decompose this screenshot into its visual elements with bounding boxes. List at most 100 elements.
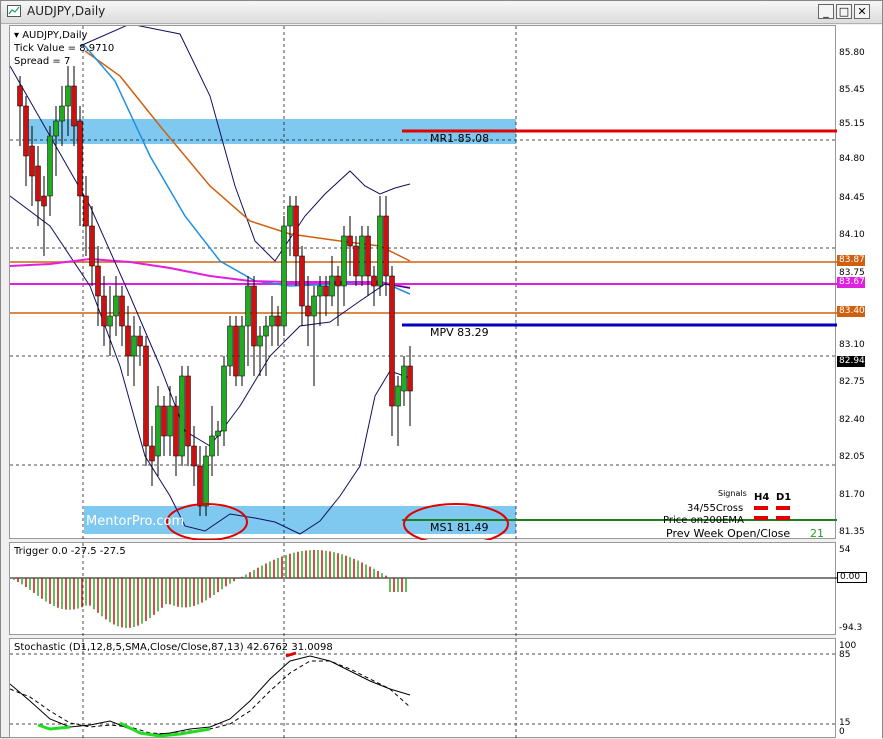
candle-body <box>173 405 179 457</box>
candle-body <box>335 275 341 287</box>
candle-body <box>305 305 311 317</box>
stoch-overbought-mark <box>285 651 297 658</box>
ms1-label: MS1 81.49 <box>430 521 489 534</box>
candle-body <box>131 335 137 357</box>
candle-body <box>59 105 65 122</box>
trigger-pane[interactable]: Trigger 0.0 -27.5 -27.5 <box>9 542 837 636</box>
candle-body <box>281 225 287 327</box>
trigger-label: Trigger 0.0 -27.5 -27.5 <box>14 546 126 557</box>
candle-body <box>263 325 269 337</box>
signal-h4-1 <box>754 506 768 510</box>
candle-body <box>389 275 395 407</box>
candle-body <box>113 295 119 317</box>
candle-body <box>107 315 113 327</box>
candle-body <box>125 325 131 357</box>
candle-body <box>245 285 251 327</box>
candle-body <box>77 120 83 197</box>
candle-body <box>233 325 239 377</box>
stoch-axis-85: 85 <box>839 650 851 660</box>
trigger-svg <box>10 543 837 636</box>
y-tick: 84.80 <box>839 154 865 164</box>
candle-body <box>53 120 59 137</box>
candle-body <box>221 365 227 432</box>
trigger-axis-bottom: -94.3 <box>839 623 863 633</box>
y-tick: 85.80 <box>839 48 865 58</box>
y-tick: 82.75 <box>839 377 865 387</box>
mr1-label: MR1 85.08 <box>430 132 490 145</box>
maximize-button[interactable]: □ <box>836 4 852 19</box>
stochastic-svg <box>10 639 837 739</box>
signal-d1-1 <box>776 506 790 510</box>
candle-body <box>323 285 329 297</box>
signal-d1-2 <box>776 516 790 520</box>
stoch-oversold-mark-2 <box>119 721 211 738</box>
signals-header: Signals <box>718 489 747 498</box>
candle-body <box>155 405 161 457</box>
stochastic-label: Stochastic (D1,12,8,5,SMA,Close/Close,87… <box>14 642 333 653</box>
candle-body <box>65 85 71 107</box>
title-bar[interactable]: AUDJPY,Daily _ □ ✕ <box>1 1 882 24</box>
y-tick: 82.05 <box>839 452 865 462</box>
candle-body <box>29 145 35 177</box>
candle-body <box>395 385 401 407</box>
y-tick: 81.70 <box>839 490 865 500</box>
stoch-main-line <box>10 655 411 736</box>
y-tick: 84.45 <box>839 193 865 203</box>
candle-body <box>359 235 365 277</box>
candle-body <box>353 245 359 277</box>
main-chart[interactable]: ▾ AUDJPY,Daily Tick Value = 8.9710 Sprea… <box>9 25 837 540</box>
tick-value: Tick Value = 8.9710 <box>14 43 115 54</box>
candle-body <box>95 265 101 297</box>
signal-prevweek-value: 21 <box>810 527 824 540</box>
mpv-label: MPV 83.29 <box>430 326 489 339</box>
candle-body <box>251 285 257 347</box>
candle-body <box>311 295 317 317</box>
candle-body <box>383 215 389 277</box>
candle-body <box>329 275 335 297</box>
candle-body <box>293 205 299 257</box>
watermark: MentorPro.com <box>86 514 185 529</box>
trigger-axis-zero: 0.00 <box>837 572 867 583</box>
candle-body <box>209 435 215 457</box>
candle-body <box>317 285 323 297</box>
candle-body <box>197 465 203 507</box>
signals-h4: H4 <box>754 492 770 503</box>
candle-body <box>365 235 371 277</box>
minimize-button[interactable]: _ <box>818 4 834 19</box>
price-chart-svg <box>10 26 837 540</box>
spread: Spread = 7 <box>14 56 71 67</box>
stoch-axis-0: 0 <box>839 727 845 737</box>
candle-body <box>371 275 377 287</box>
candle-body <box>275 315 281 327</box>
price-tag-orange-lower: 83.40 <box>837 306 865 317</box>
candle-body <box>185 375 191 447</box>
candle-body <box>179 375 185 457</box>
candle-body <box>137 335 143 347</box>
candle-body <box>17 85 23 107</box>
candle-body <box>347 235 353 247</box>
signal-row-ema: Price on200EMA <box>663 515 744 526</box>
candle-body <box>41 195 47 207</box>
price-tag-orange-upper: 83.87 <box>837 255 865 266</box>
candle-body <box>89 225 95 267</box>
y-tick: 82.40 <box>839 415 865 425</box>
candle-body <box>143 345 149 447</box>
candle-body <box>227 325 233 367</box>
signal-h4-2 <box>754 516 768 520</box>
y-tick: 85.15 <box>839 119 865 129</box>
candle-body <box>257 335 263 347</box>
candle-body <box>35 165 41 202</box>
ema-orange <box>84 50 411 262</box>
y-tick: 81.35 <box>839 527 865 537</box>
candle-body <box>215 430 221 437</box>
candle-body <box>191 445 197 467</box>
candle-body <box>203 455 209 507</box>
candle-body <box>119 295 125 327</box>
stochastic-pane[interactable]: Stochastic (D1,12,8,5,SMA,Close/Close,87… <box>9 638 837 739</box>
trigger-histogram <box>13 550 407 628</box>
candle-body <box>287 205 293 227</box>
signal-row-prevweek: Prev Week Open/Close <box>666 527 791 540</box>
candle-body <box>167 405 173 437</box>
candle-body <box>407 365 413 392</box>
close-button[interactable]: ✕ <box>854 4 870 19</box>
